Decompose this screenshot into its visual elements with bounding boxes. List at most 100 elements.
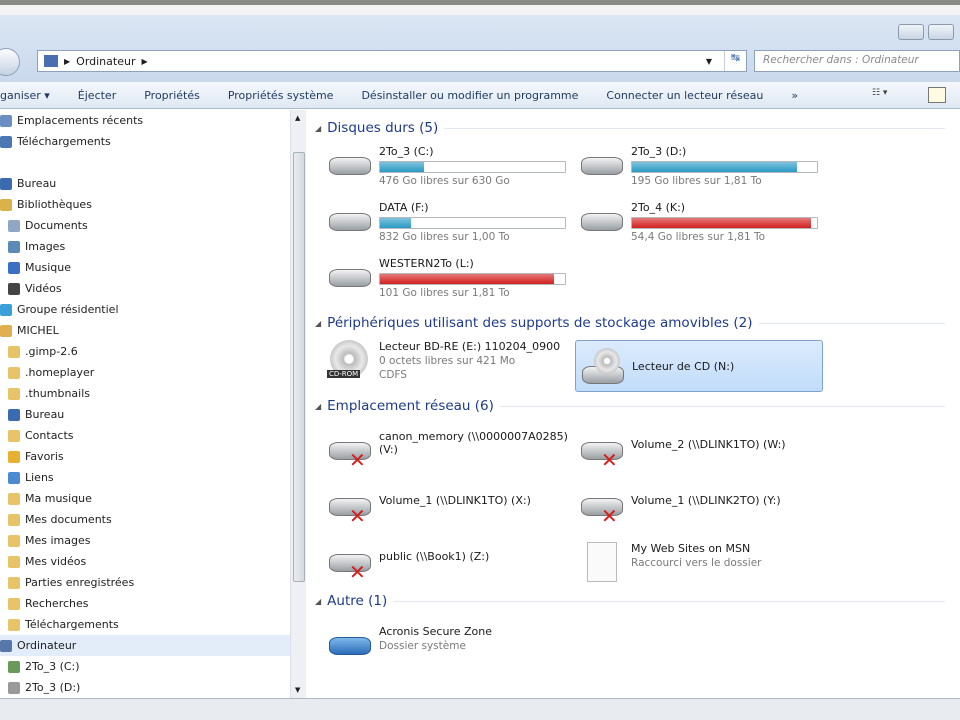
folder-icon bbox=[8, 219, 20, 232]
collapse-icon: ◢ bbox=[315, 123, 322, 133]
toolbar-button[interactable]: Désinstaller ou modifier un programme bbox=[347, 89, 592, 102]
disconnected-network-drive-icon: ✕ bbox=[579, 486, 625, 528]
nav-item[interactable]: Vidéos bbox=[0, 278, 290, 299]
nav-item-label: Ordinateur bbox=[17, 639, 77, 652]
nav-item[interactable]: Documents bbox=[0, 215, 290, 236]
folder-icon bbox=[8, 576, 20, 589]
drive-item[interactable]: 2To_4 (K:) 54,4 Go libres sur 1,81 To bbox=[579, 201, 824, 243]
history-dropdown-icon[interactable]: ▼ bbox=[706, 57, 712, 66]
scroll-up-icon[interactable]: ▲ bbox=[295, 114, 300, 122]
drive-usage-bar bbox=[379, 217, 566, 229]
maximize-button[interactable] bbox=[928, 24, 954, 40]
network-item[interactable]: ✕ Volume_1 (\\DLINK2TO) (Y:) bbox=[579, 486, 824, 528]
disconnected-network-drive-icon: ✕ bbox=[327, 542, 373, 584]
nav-item[interactable]: 2To_3 (C:) bbox=[0, 656, 290, 677]
group-header-hdd[interactable]: ◢ Disques durs (5) bbox=[315, 120, 945, 136]
nav-item[interactable]: .gimp-2.6 bbox=[0, 341, 290, 362]
disconnected-network-drive-icon: ✕ bbox=[327, 486, 373, 528]
hard-drive-icon bbox=[579, 201, 625, 241]
toolbar-button[interactable]: Propriétés système bbox=[214, 89, 348, 102]
preview-pane-button[interactable] bbox=[928, 87, 946, 103]
nav-item[interactable]: Bureau bbox=[0, 173, 290, 194]
nav-item[interactable]: Parties enregistrées bbox=[0, 572, 290, 593]
computer-icon bbox=[44, 55, 58, 67]
collapse-icon: ◢ bbox=[315, 401, 322, 411]
nav-item[interactable]: Groupe résidentiel bbox=[0, 299, 290, 320]
folder-icon bbox=[8, 282, 20, 295]
address-bar[interactable]: ▶ Ordinateur ▶ ▼ ↹ bbox=[37, 50, 747, 72]
drive-usage-bar bbox=[379, 273, 566, 285]
nav-item-label: Parties enregistrées bbox=[25, 576, 135, 589]
group-header-network[interactable]: ◢ Emplacement réseau (6) bbox=[315, 398, 945, 414]
nav-item[interactable]: Favoris bbox=[0, 446, 290, 467]
group-header-other[interactable]: ◢ Autre (1) bbox=[315, 593, 945, 609]
drive-free: 0 octets libres sur 421 Mo bbox=[379, 355, 516, 367]
search-input[interactable]: Rechercher dans : Ordinateur bbox=[754, 50, 960, 72]
navigation-scrollbar[interactable]: ▲ ▼ bbox=[290, 110, 306, 698]
drive-free-space: 832 Go libres sur 1,00 To bbox=[379, 231, 510, 243]
nav-item[interactable]: Musique bbox=[0, 257, 290, 278]
nav-item[interactable]: Emplacements récents bbox=[0, 110, 290, 131]
nav-item-label: 2To_3 (C:) bbox=[25, 660, 80, 673]
nav-item[interactable]: Bibliothèques bbox=[0, 194, 290, 215]
nav-item[interactable]: Mes vidéos bbox=[0, 551, 290, 572]
toolbar-button[interactable]: » bbox=[777, 89, 812, 102]
view-options-button[interactable]: ☷ ▾ bbox=[872, 88, 902, 102]
folder-icon bbox=[0, 303, 12, 316]
drive-item[interactable]: 2To_3 (C:) 476 Go libres sur 630 Go bbox=[327, 145, 572, 187]
group-header-removable[interactable]: ◢ Périphériques utilisant des supports de… bbox=[315, 315, 945, 331]
folder-icon bbox=[8, 471, 20, 484]
nav-item[interactable]: Téléchargements bbox=[0, 131, 290, 152]
nav-item-label: .gimp-2.6 bbox=[25, 345, 78, 358]
nav-item[interactable]: Bureau bbox=[0, 404, 290, 425]
toolbar-button[interactable]: ganiser ▾ bbox=[0, 89, 64, 102]
nav-item[interactable]: Contacts bbox=[0, 425, 290, 446]
item-name: Volume_1 (\\DLINK1TO) (X:) bbox=[379, 494, 531, 507]
screen-band bbox=[0, 5, 960, 15]
minimize-button[interactable] bbox=[898, 24, 924, 40]
refresh-button[interactable]: ↹ bbox=[724, 51, 746, 71]
nav-item[interactable]: Téléchargements bbox=[0, 614, 290, 635]
nav-item[interactable]: Ma musique bbox=[0, 488, 290, 509]
nav-item[interactable]: Mes documents bbox=[0, 509, 290, 530]
group-title: Emplacement réseau (6) bbox=[327, 398, 494, 414]
drive-bd-re[interactable]: CD-ROM Lecteur BD-RE (E:) 110204_0900 0 o… bbox=[327, 340, 572, 381]
nav-item[interactable]: Ordinateur bbox=[0, 635, 290, 656]
folder-icon bbox=[8, 240, 20, 253]
nav-item[interactable]: 2To_3 (D:) bbox=[0, 677, 290, 698]
drive-cd-n[interactable]: Lecteur de CD (N:) bbox=[575, 340, 823, 392]
drive-item[interactable]: DATA (F:) 832 Go libres sur 1,00 To bbox=[327, 201, 572, 243]
network-item[interactable]: ✕ canon_memory (\\0000007A0285) (V:) bbox=[327, 430, 572, 472]
breadcrumb-ordinateur[interactable]: Ordinateur bbox=[76, 55, 135, 68]
nav-item[interactable]: .homeplayer bbox=[0, 362, 290, 383]
hard-drive-icon bbox=[579, 145, 625, 185]
drive-item[interactable]: WESTERN2To (L:) 101 Go libres sur 1,81 To bbox=[327, 257, 572, 299]
nav-item[interactable]: Liens bbox=[0, 467, 290, 488]
folder-icon bbox=[0, 177, 12, 190]
drive-name: Lecteur de CD (N:) bbox=[632, 359, 735, 373]
toolbar-button[interactable]: Éjecter bbox=[64, 89, 130, 102]
drive-usage-bar bbox=[631, 217, 818, 229]
disconnected-network-drive-icon: ✕ bbox=[579, 430, 625, 472]
command-bar: ganiser ▾ Éjecter Propriétés Propriétés sys… bbox=[0, 82, 960, 109]
toolbar-button[interactable]: Connecter un lecteur réseau bbox=[592, 89, 777, 102]
group-title: Autre (1) bbox=[327, 593, 388, 609]
nav-item[interactable]: MICHEL bbox=[0, 320, 290, 341]
folder-icon bbox=[8, 387, 20, 400]
network-item[interactable]: ✕ public (\\Book1) (Z:) bbox=[327, 542, 572, 584]
nav-item[interactable]: Images bbox=[0, 236, 290, 257]
drive-item[interactable]: 2To_3 (D:) 195 Go libres sur 1,81 To bbox=[579, 145, 824, 187]
toolbar-button[interactable]: Propriétés bbox=[130, 89, 214, 102]
breadcrumb-chevron-icon: ▶ bbox=[141, 56, 148, 66]
hard-drive-icon bbox=[327, 257, 373, 297]
network-item[interactable]: ✕ Volume_2 (\\DLINK1TO) (W:) bbox=[579, 430, 824, 472]
network-item[interactable]: ✕ Volume_1 (\\DLINK1TO) (X:) bbox=[327, 486, 572, 528]
blue-drive-icon bbox=[327, 625, 373, 665]
nav-item[interactable]: Mes images bbox=[0, 530, 290, 551]
acronis-secure-zone[interactable]: Acronis Secure Zone Dossier système bbox=[327, 625, 572, 665]
scroll-down-icon[interactable]: ▼ bbox=[295, 686, 300, 694]
nav-item[interactable]: Recherches bbox=[0, 593, 290, 614]
network-item[interactable]: My Web Sites on MSN Raccourci vers le dos… bbox=[579, 542, 824, 582]
nav-item[interactable]: .thumbnails bbox=[0, 383, 290, 404]
scrollbar-thumb[interactable] bbox=[293, 152, 305, 582]
